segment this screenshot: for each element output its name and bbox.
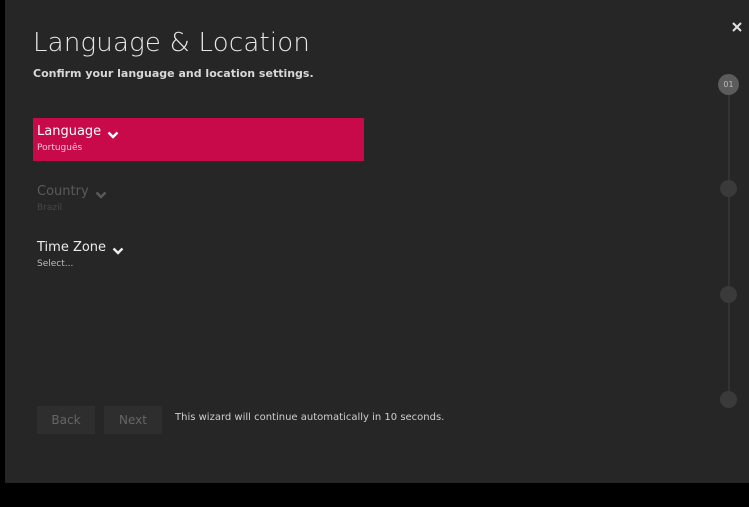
chevron-down-icon [112,244,124,255]
close-icon[interactable] [730,19,744,33]
chevron-down-icon [95,188,107,199]
chevron-down-icon [107,128,119,139]
step-indicator [720,391,737,408]
page-title: Language & Location [33,28,311,58]
next-button[interactable]: Next [104,406,162,434]
step-indicator-current: 01 [718,74,739,95]
language-value: Português [37,143,83,153]
page-subtitle: Confirm your language and location setti… [33,67,314,80]
timezone-value: Select... [37,259,74,269]
back-button[interactable]: Back [37,406,95,434]
wizard-countdown-message: This wizard will continue automatically … [175,412,445,423]
bottom-bar [0,483,749,507]
stepper-track [728,76,730,406]
country-dropdown: Country Brazil [33,178,364,221]
country-label: Country [37,184,89,199]
timezone-dropdown[interactable]: Time Zone Select... [33,234,364,277]
step-indicator [720,286,737,303]
country-value: Brazil [37,203,63,213]
language-dropdown[interactable]: Language Português [33,118,364,161]
language-label: Language [37,124,102,139]
timezone-label: Time Zone [37,240,107,255]
step-indicator [720,180,737,197]
